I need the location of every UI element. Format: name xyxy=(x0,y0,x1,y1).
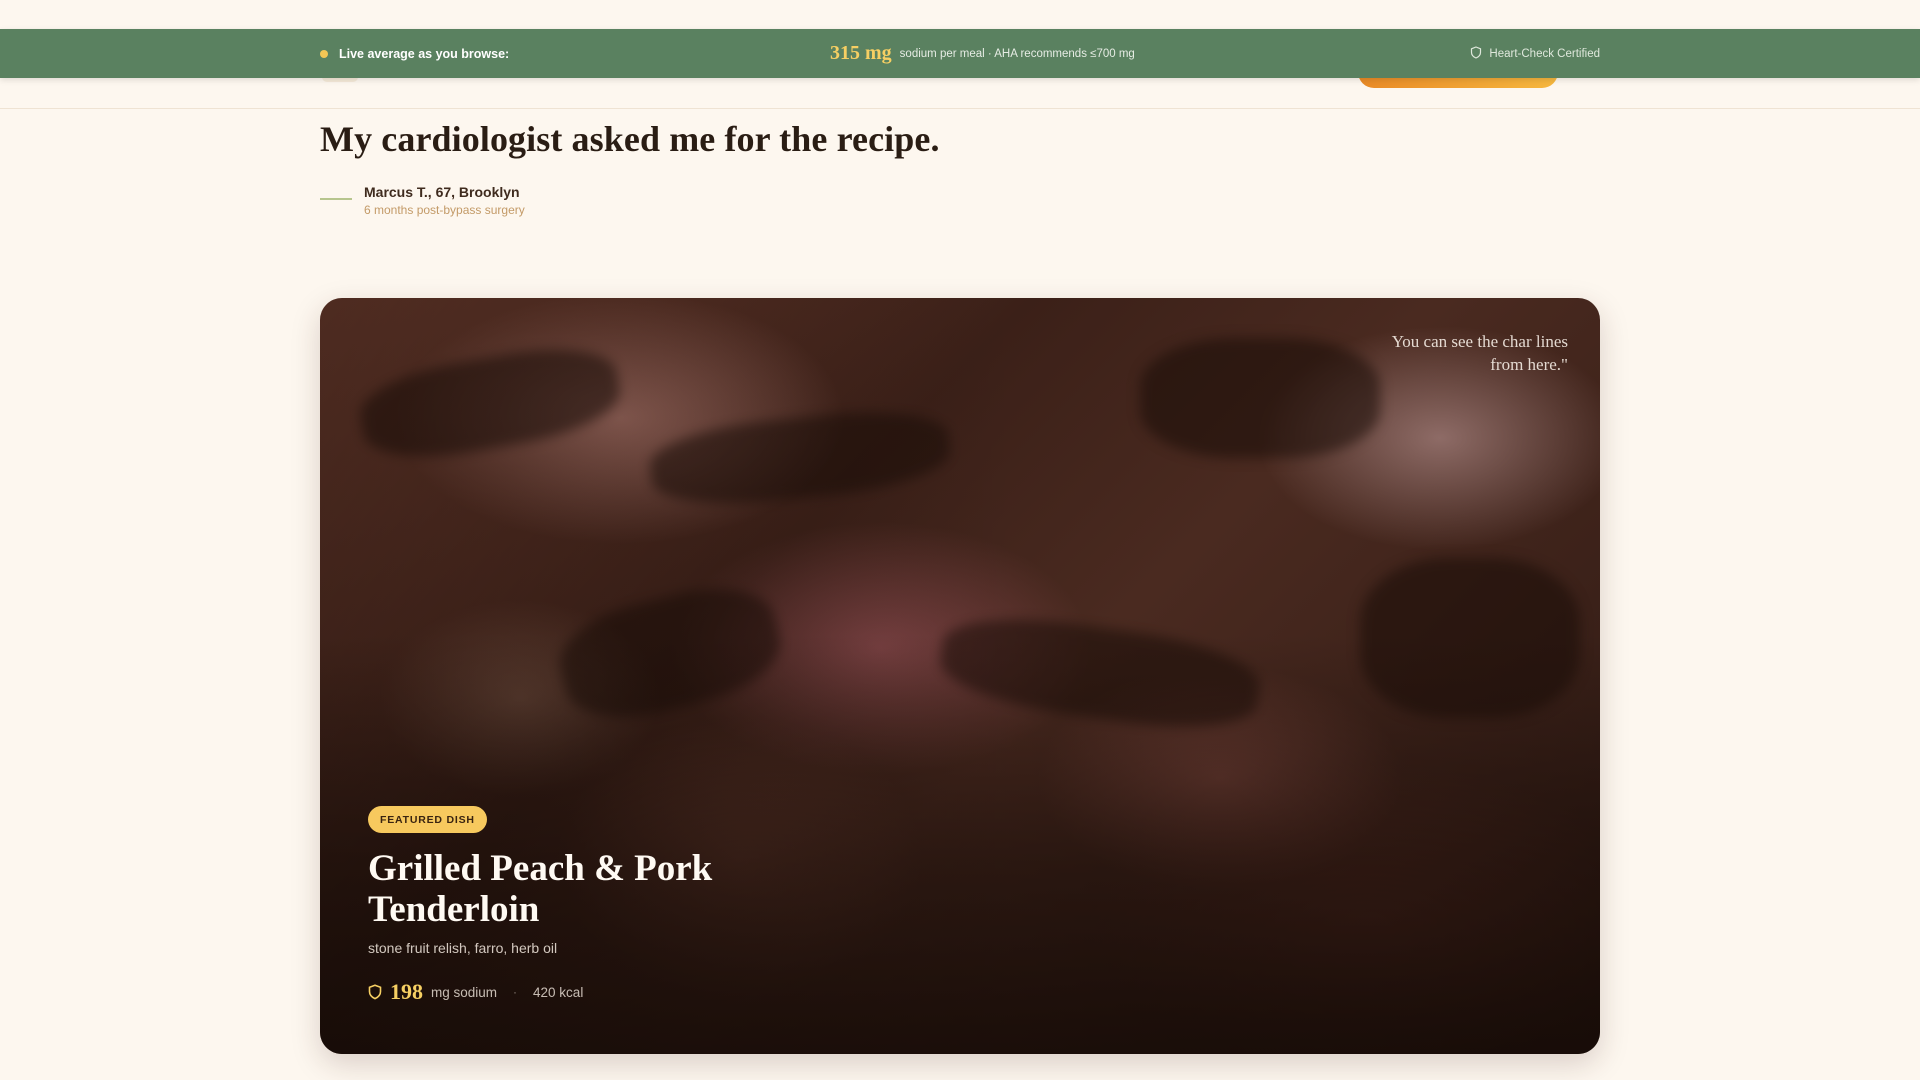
testimonial-quote: My cardiologist asked me for the recipe. xyxy=(320,119,940,159)
testimonial-detail: 6 months post-bypass surgery xyxy=(364,203,525,217)
live-dot-icon xyxy=(320,49,328,58)
sodium-tracker-label: Live average as you browse: xyxy=(339,46,510,61)
sodium-tracker-label-group: Live average as you browse: xyxy=(320,29,509,78)
featured-dish-card[interactable]: You can see the char lines from here." F… xyxy=(320,298,1600,1054)
dish-sodium-value: 198 xyxy=(390,979,423,1004)
testimonial-accent-line xyxy=(320,198,352,200)
dish-sodium-unit: mg sodium xyxy=(431,984,498,1000)
sodium-average-note: sodium per meal · AHA recommends ≤700 mg xyxy=(899,47,1135,60)
sodium-average-group: 315 mg sodium per meal · AHA recommends … xyxy=(830,29,1135,78)
shield-icon xyxy=(1470,45,1482,62)
dish-calories: 420 kcal xyxy=(533,984,584,1000)
shield-icon xyxy=(368,984,382,1000)
dish-stats: 198 mg sodium · 420 kcal xyxy=(368,978,583,1006)
dish-title[interactable]: Grilled Peach & Pork Tenderloin xyxy=(368,848,788,930)
dish-photo-shadow xyxy=(1140,338,1380,458)
certification-label: Heart-Check Certified xyxy=(1489,47,1600,60)
heart-check-certification: Heart-Check Certified xyxy=(1470,29,1600,78)
testimonial-author: Marcus T., 67, Brooklyn xyxy=(364,184,520,200)
featured-dish-badge: FEATURED DISH xyxy=(368,806,487,833)
sodium-tracker-bar: Live average as you browse: 315 mg sodiu… xyxy=(0,29,1920,78)
stats-separator: · xyxy=(513,985,518,999)
dish-subtitle: stone fruit relish, farro, herb oil xyxy=(368,940,558,956)
header-divider xyxy=(0,108,1920,109)
photo-caption-quote: You can see the char lines from here." xyxy=(1391,332,1568,374)
sodium-average-value: 315 mg xyxy=(830,42,892,64)
